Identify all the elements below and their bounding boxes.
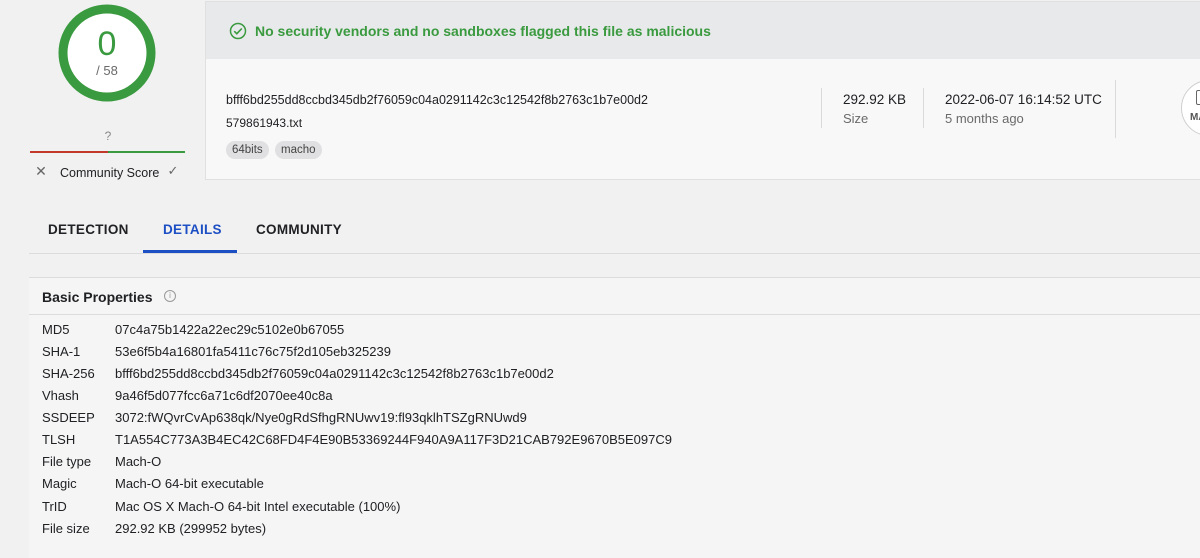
property-key: Magic: [42, 476, 77, 491]
analysis-relative-date: 5 months ago: [945, 111, 1024, 126]
property-key: TrID: [42, 499, 67, 514]
file-size-value: 292.92 KB: [843, 92, 907, 107]
tab-detection[interactable]: DETECTION: [48, 222, 129, 237]
file-type-label: MA: [1190, 112, 1200, 123]
detection-count: 0: [97, 25, 117, 63]
verdict-text: No security vendors and no sandboxes fla…: [255, 23, 711, 39]
property-key: MD5: [42, 322, 70, 337]
vote-harmless-icon[interactable]: ✓: [165, 163, 181, 179]
property-value: 292.92 KB (299952 bytes): [115, 521, 267, 536]
property-key: File type: [42, 454, 92, 469]
property-value[interactable]: 9a46f5d077fcc6a71c6df2070ee40c8a: [115, 388, 333, 404]
section-title: Basic Properties: [42, 289, 153, 305]
property-value[interactable]: 3072:fWQvrCvAp638qk/Nye0gRdSfhgRNUwv19:f…: [115, 410, 527, 426]
community-score-bar-harmless: [108, 151, 185, 153]
property-key: File size: [42, 521, 90, 536]
detection-total: / 58: [96, 63, 118, 78]
property-key: SHA-256: [42, 366, 95, 381]
info-icon[interactable]: i: [164, 290, 176, 302]
divider: [821, 88, 822, 128]
vote-malicious-icon[interactable]: ✕: [33, 163, 49, 179]
divider: [1115, 80, 1116, 138]
property-value[interactable]: T1A554C773A3B4EC42C68FD4F4E90B53369244F9…: [115, 432, 672, 448]
tab-community[interactable]: COMMUNITY: [256, 222, 342, 237]
tabs-divider: [29, 253, 1200, 254]
property-value[interactable]: bfff6bd255dd8ccbd345db2f76059c04a0291142…: [115, 366, 554, 382]
tag-macho[interactable]: macho: [275, 141, 322, 159]
community-score-label: Community Score: [60, 166, 160, 180]
property-value[interactable]: 53e6f5b4a16801fa5411c76c75f2d105eb325239: [115, 344, 391, 360]
property-key: Vhash: [42, 388, 79, 403]
property-value: Mach-O: [115, 454, 162, 469]
community-score-value: ?: [104, 129, 112, 143]
file-icon: [1196, 90, 1200, 105]
file-name: 579861943.txt: [226, 116, 303, 130]
file-size-label: Size: [843, 111, 869, 126]
property-key: SSDEEP: [42, 410, 95, 425]
property-key: TLSH: [42, 432, 76, 447]
section-divider: [29, 314, 1200, 315]
file-hash[interactable]: bfff6bd255dd8ccbd345db2f76059c04a0291142…: [226, 93, 648, 107]
check-circle-icon: [229, 22, 247, 40]
community-score-bar-malicious: [30, 151, 108, 153]
divider: [923, 88, 924, 128]
property-value: Mach-O 64-bit executable: [115, 476, 264, 491]
property-value: Mac OS X Mach-O 64-bit Intel executable …: [115, 499, 401, 514]
tab-details[interactable]: DETAILS: [163, 222, 222, 237]
property-value[interactable]: 07c4a75b1422a22ec29c5102e0b67055: [115, 322, 344, 338]
property-key: SHA-1: [42, 344, 81, 359]
tag-64bits[interactable]: 64bits: [226, 141, 269, 159]
analysis-date: 2022-06-07 16:14:52 UTC: [945, 92, 1102, 107]
